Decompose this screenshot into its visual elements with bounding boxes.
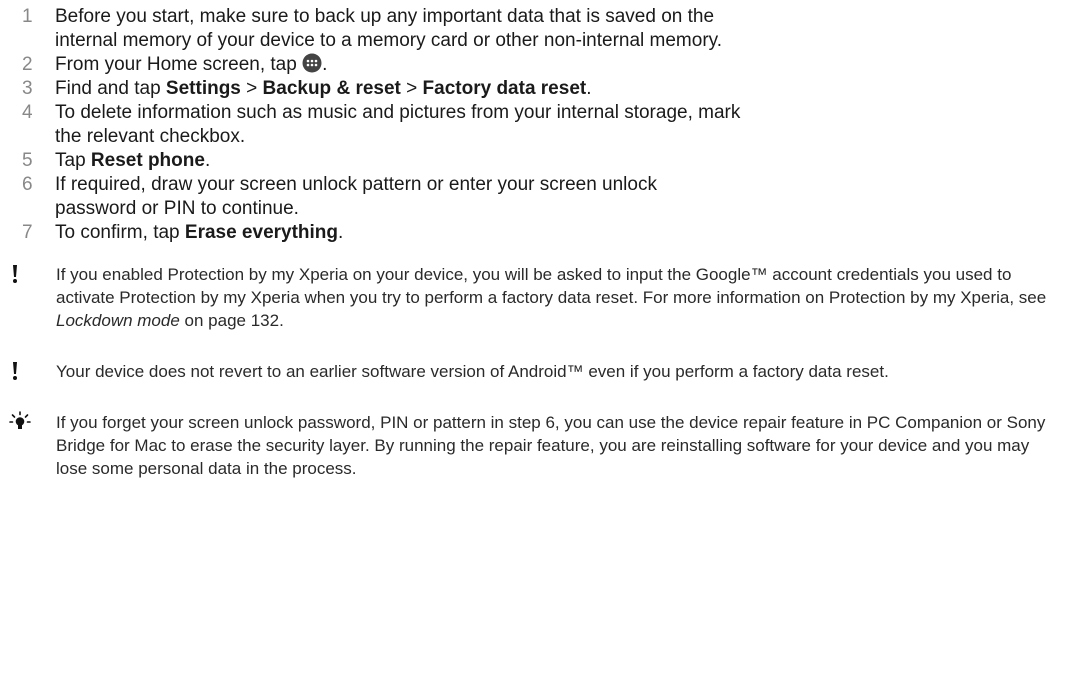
step-item: 5 Tap Reset phone. <box>0 149 1071 173</box>
step-text-end: . <box>586 78 592 99</box>
tip-note: If you forget your screen unlock passwor… <box>0 411 1071 480</box>
apps-grid-icon <box>302 53 322 73</box>
step-item: 3 Find and tap Settings > Backup & reset… <box>0 77 1071 101</box>
step-number: 6 <box>22 174 33 195</box>
warning-note: Your device does not revert to an earlie… <box>0 360 1071 383</box>
step-number: 7 <box>22 222 33 243</box>
exclamation-icon <box>13 362 17 380</box>
exclamation-icon <box>13 265 17 283</box>
note-text-end: on page 132. <box>179 311 284 330</box>
step-item: 6 If required, draw your screen unlock p… <box>0 173 1071 221</box>
step-item: 1 Before you start, make sure to back up… <box>0 5 1071 53</box>
step-text: To confirm, tap <box>55 222 185 243</box>
steps-list: 1 Before you start, make sure to back up… <box>0 5 1071 245</box>
path-separator: > <box>240 78 263 99</box>
document-page: 1 Before you start, make sure to back up… <box>0 0 1071 695</box>
step-text: Find and tap <box>55 78 166 99</box>
step-text-end: . <box>322 54 328 75</box>
step-text: If required, draw your screen unlock pat… <box>55 174 657 219</box>
menu-path-settings: Settings <box>165 78 241 99</box>
step-text-end: . <box>204 150 211 171</box>
step-text: From your Home screen, tap <box>55 54 303 75</box>
step-number: 5 <box>22 150 33 171</box>
step-number: 1 <box>22 6 33 27</box>
step-text: To delete information such as music and … <box>55 102 741 147</box>
menu-path-backup-reset: Backup & reset <box>262 78 401 99</box>
warning-note: If you enabled Protection by my Xperia o… <box>0 263 1071 332</box>
step-text: Tap <box>55 150 91 171</box>
path-separator: > <box>400 78 423 99</box>
erase-everything-label: Erase everything <box>184 222 339 243</box>
step-item: 7 To confirm, tap Erase everything. <box>0 221 1071 245</box>
step-item: 4 To delete information such as music an… <box>0 101 1071 149</box>
step-text-end: . <box>338 222 344 243</box>
notes-section: If you enabled Protection by my Xperia o… <box>0 263 1071 480</box>
note-text: If you forget your screen unlock passwor… <box>56 413 1046 478</box>
lightbulb-tip-icon <box>9 411 31 429</box>
step-number: 2 <box>22 54 33 75</box>
menu-path-factory-data-reset: Factory data reset <box>422 78 587 99</box>
step-text: Before you start, make sure to back up a… <box>55 6 723 51</box>
step-item: 2 From your Home screen, tap . <box>0 53 1071 77</box>
note-text: Your device does not revert to an earlie… <box>56 362 889 381</box>
reset-phone-label: Reset phone <box>90 150 205 171</box>
lockdown-mode-link[interactable]: Lockdown mode <box>56 311 180 330</box>
step-number: 3 <box>22 78 33 99</box>
note-text: If you enabled Protection by my Xperia o… <box>56 265 1047 307</box>
step-number: 4 <box>22 102 33 123</box>
